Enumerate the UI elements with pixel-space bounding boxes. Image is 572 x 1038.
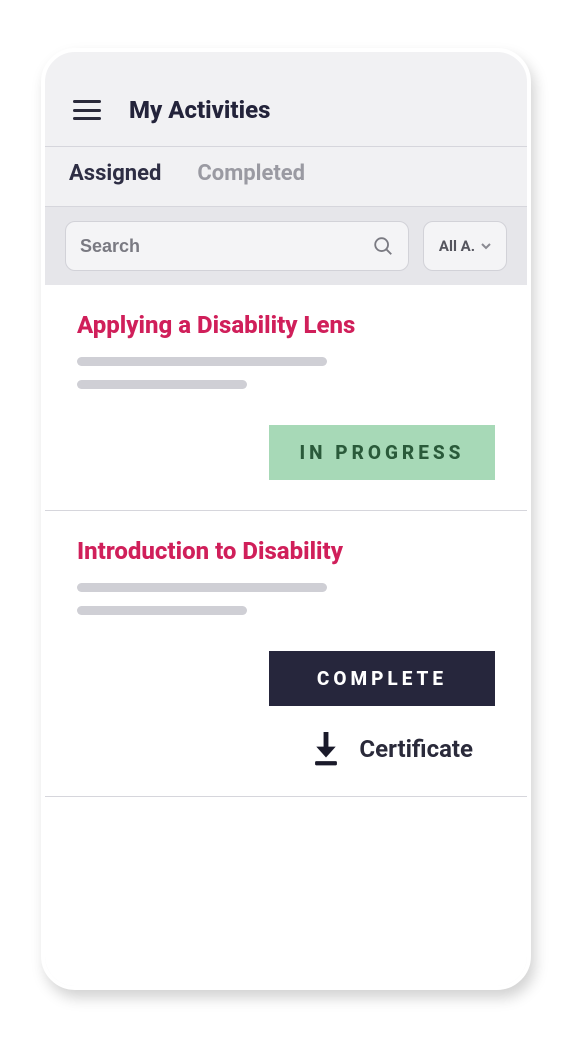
activity-card: Applying a Disability Lens IN PROGRESS — [45, 285, 527, 511]
activity-actions: IN PROGRESS — [77, 425, 495, 480]
page-title: My Activities — [129, 96, 270, 124]
activity-actions: COMPLETE Certificate — [77, 651, 495, 766]
search-icon — [372, 235, 394, 257]
filter-bar: All A. — [45, 207, 527, 285]
status-badge-complete[interactable]: COMPLETE — [269, 651, 495, 706]
search-box[interactable] — [65, 221, 409, 271]
download-icon — [311, 732, 341, 766]
activity-title[interactable]: Introduction to Disability — [77, 537, 495, 565]
menu-icon[interactable] — [73, 100, 101, 120]
filter-selected-label: All A. — [439, 237, 475, 255]
certificate-label: Certificate — [359, 735, 473, 763]
activity-title[interactable]: Applying a Disability Lens — [77, 311, 495, 339]
app-header: My Activities — [45, 52, 527, 146]
chevron-down-icon — [481, 241, 491, 251]
tab-bar: Assigned Completed — [45, 146, 527, 207]
status-badge-in-progress[interactable]: IN PROGRESS — [269, 425, 495, 480]
activity-list: Applying a Disability Lens IN PROGRESS I… — [45, 285, 527, 986]
device-frame: My Activities Assigned Completed All A. … — [41, 48, 531, 990]
placeholder-line — [77, 357, 327, 366]
placeholder-line — [77, 606, 247, 615]
certificate-link[interactable]: Certificate — [311, 732, 495, 766]
placeholder-line — [77, 583, 327, 592]
placeholder-line — [77, 380, 247, 389]
tab-completed[interactable]: Completed — [197, 161, 305, 186]
search-input[interactable] — [80, 236, 372, 257]
filter-select[interactable]: All A. — [423, 221, 507, 271]
activity-card: Introduction to Disability COMPLETE Cert… — [45, 511, 527, 797]
tab-assigned[interactable]: Assigned — [69, 161, 161, 186]
